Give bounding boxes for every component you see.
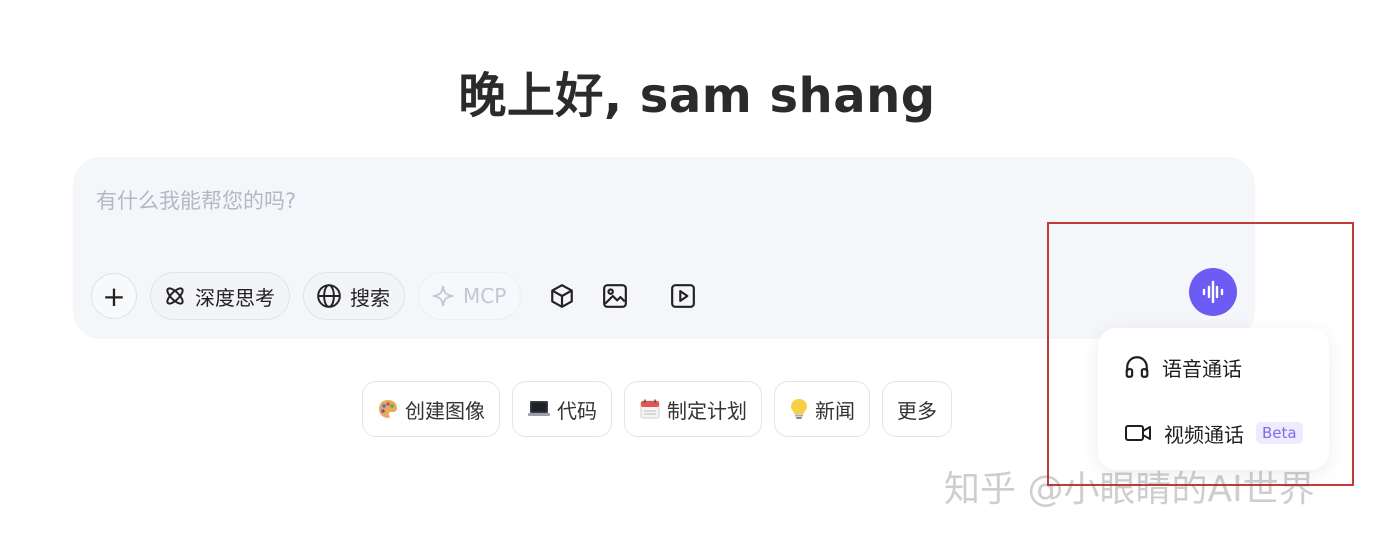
video-camera-icon <box>1125 425 1151 441</box>
voice-button[interactable] <box>1189 268 1237 316</box>
greeting-title: 晚上好, sam shang <box>458 68 936 124</box>
chip-create-image[interactable]: 创建图像 <box>362 381 500 437</box>
mcp-button[interactable]: MCP <box>418 272 522 320</box>
deep-think-label: 深度思考 <box>195 285 275 310</box>
palette-icon <box>377 398 399 420</box>
image-button[interactable] <box>595 276 635 316</box>
suggestion-chips: 创建图像 代码 制定计划 新闻 更多 <box>362 381 964 437</box>
calendar-icon <box>639 398 661 420</box>
chip-code[interactable]: 代码 <box>512 381 612 437</box>
chip-label: 更多 <box>897 398 937 423</box>
voice-call-item[interactable]: 语音通话 <box>1124 349 1242 385</box>
beta-badge: Beta <box>1256 422 1303 444</box>
add-button[interactable]: + <box>91 273 137 319</box>
image-icon <box>603 284 628 308</box>
3d-model-button[interactable] <box>542 276 582 316</box>
plus-icon: + <box>102 279 126 313</box>
sparkle-icon <box>432 285 454 307</box>
chip-news[interactable]: 新闻 <box>774 381 870 437</box>
chip-make-plan[interactable]: 制定计划 <box>624 381 762 437</box>
deep-think-button[interactable]: 深度思考 <box>150 272 290 320</box>
headphones-icon <box>1125 356 1149 378</box>
cube-icon <box>551 284 574 308</box>
prompt-input[interactable] <box>96 182 996 220</box>
call-menu: 语音通话 视频通话 Beta <box>1098 328 1329 470</box>
search-button[interactable]: 搜索 <box>303 272 405 320</box>
voice-wave-icon <box>1202 280 1224 304</box>
composer-toolbar: + 深度思考 搜索 MCP <box>91 271 716 321</box>
voice-call-label: 语音通话 <box>1162 356 1242 381</box>
laptop-icon <box>527 398 551 420</box>
video-call-item[interactable]: 视频通话 Beta <box>1124 415 1303 451</box>
chip-more[interactable]: 更多 <box>882 381 952 437</box>
chip-label: 代码 <box>557 398 597 423</box>
lightbulb-icon <box>789 398 809 420</box>
video-button[interactable] <box>663 276 703 316</box>
mcp-label: MCP <box>463 284 507 308</box>
video-play-icon <box>671 284 696 308</box>
globe-icon <box>317 284 341 308</box>
atom-icon <box>166 287 184 305</box>
video-call-label: 视频通话 <box>1164 422 1244 447</box>
chip-label: 制定计划 <box>667 398 747 423</box>
search-label: 搜索 <box>350 285 390 310</box>
chip-label: 新闻 <box>815 398 855 423</box>
chip-label: 创建图像 <box>405 398 485 423</box>
watermark: 知乎 @小眼睛的AI世界 <box>944 469 1315 510</box>
